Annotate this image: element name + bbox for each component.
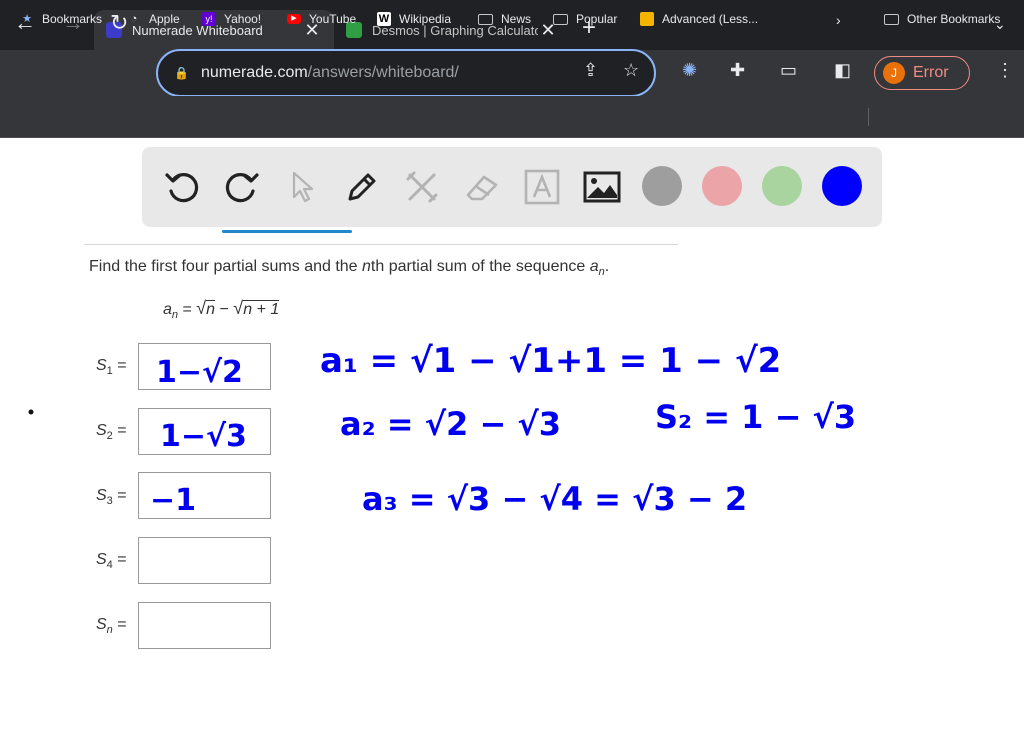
- handwriting-layer: 1−√2 1−√3 −1 a₁ = √1 − √1+1 = 1 − √2 a₂ …: [28, 341, 856, 518]
- stray-dot: [28, 409, 34, 415]
- ink-answer-s2: 1−√3: [160, 419, 247, 454]
- ink-answer-s1: 1−√2: [156, 355, 243, 390]
- ink-line-a3: a₃ = √3 − √4 = √3 − 2: [362, 480, 747, 518]
- ink-line-a2: a₂ = √2 − √3: [340, 405, 561, 443]
- ink-answer-s3: −1: [150, 483, 196, 518]
- ink-line-a1: a₁ = √1 − √1+1 = 1 − √2: [320, 341, 781, 381]
- ink-line-s2: S₂ = 1 − √3: [655, 398, 856, 436]
